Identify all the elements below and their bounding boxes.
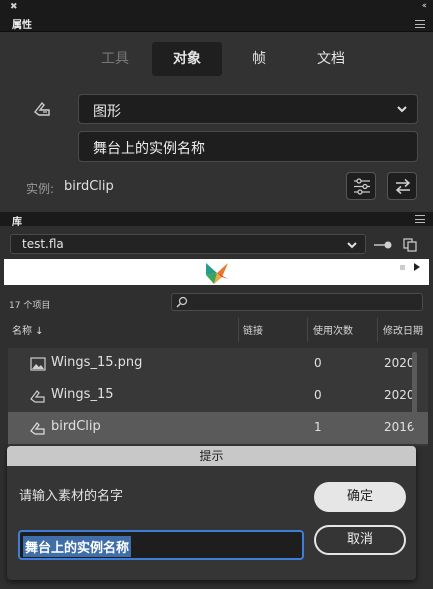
properties-panel-title: 属性 [12, 20, 32, 31]
column-divider[interactable] [307, 318, 308, 342]
swap-icon [395, 178, 411, 195]
column-divider[interactable] [377, 318, 378, 342]
instance-name-value: 舞台上的实例名称 [93, 141, 205, 157]
swap-symbol-button[interactable] [387, 172, 417, 200]
column-use-count-header[interactable]: 使用次数 [313, 322, 353, 337]
column-name-header[interactable]: 名称 ↓ [12, 322, 44, 337]
edit-instance-properties-button[interactable] [346, 172, 376, 200]
column-name-label: 名称 [12, 326, 32, 337]
cancel-button[interactable]: 取消 [314, 525, 406, 555]
sliders-icon [354, 178, 370, 195]
item-name: Wings_15 [51, 387, 114, 402]
properties-panel: 工具 对象 帧 文档 图形 舞台上的实例名称 实例: birdClip [0, 32, 433, 212]
tab-tools[interactable]: 工具 [80, 42, 150, 76]
tab-object[interactable]: 对象 [152, 42, 222, 76]
column-divider[interactable] [238, 318, 239, 342]
item-count: 17 个项目 [9, 301, 51, 311]
bird-symbol-preview [206, 263, 228, 284]
panel-menu-icon[interactable] [415, 20, 425, 28]
play-icon[interactable] [414, 263, 420, 271]
graphic-symbol-icon [30, 390, 45, 403]
item-use-count: 0 [314, 356, 322, 370]
item-name: Wings_15.png [51, 355, 143, 370]
new-library-panel-icon[interactable] [403, 238, 417, 252]
chevron-down-icon [347, 242, 357, 249]
panel-title-bar: ✖ ‹‹ 属性 [0, 0, 433, 32]
item-name: birdClip [51, 419, 101, 434]
item-modified-date: 2020 [384, 388, 414, 402]
library-preview [4, 259, 429, 285]
properties-tabs: 工具 对象 帧 文档 [80, 42, 368, 76]
library-search-input[interactable] [171, 293, 423, 311]
pin-icon[interactable] [374, 240, 394, 250]
list-item[interactable]: Wings_15.png 0 2020 [8, 348, 428, 380]
library-column-header: 名称 ↓ 链接 使用次数 修改日期 [0, 318, 433, 340]
list-item-selected[interactable]: birdClip 1 2016 [8, 412, 428, 444]
list-scrollbar[interactable] [412, 352, 417, 428]
tab-document[interactable]: 文档 [296, 42, 366, 76]
column-modified-header[interactable]: 修改日期 [383, 322, 431, 337]
collapse-panels-icon[interactable]: ‹‹ [422, 1, 427, 11]
symbol-type-value: 图形 [93, 104, 121, 120]
item-use-count: 0 [314, 388, 322, 402]
search-icon [176, 296, 188, 308]
close-icon[interactable]: ✖ [10, 2, 18, 12]
list-item[interactable]: Wings_15 0 2020 [8, 380, 428, 412]
item-modified-date: 2016 [384, 420, 414, 434]
tab-frame[interactable]: 帧 [224, 42, 294, 76]
stop-icon[interactable] [400, 265, 405, 270]
item-use-count: 1 [314, 420, 322, 434]
item-modified-date: 2020 [384, 356, 414, 370]
library-document-dropdown[interactable]: test.fla [10, 234, 366, 254]
name-prompt-dialog: 提示 请输入素材的名字 确定 舞台上的实例名称 取消 [7, 446, 416, 580]
column-linkage-header[interactable]: 链接 [243, 322, 263, 337]
instance-label: 实例: [26, 182, 55, 196]
dialog-prompt-text: 请输入素材的名字 [19, 489, 124, 504]
ok-button[interactable]: 确定 [314, 482, 406, 512]
dialog-title: 提示 [7, 446, 416, 466]
library-item-list: Wings_15.png 0 2020 Wings_15 0 2020 bird… [8, 348, 428, 446]
symbol-type-dropdown[interactable]: 图形 [78, 94, 418, 124]
chevron-down-icon [397, 106, 407, 113]
library-menu-icon[interactable] [415, 215, 425, 223]
instance-value: birdClip [64, 179, 114, 194]
graphic-symbol-icon [34, 101, 50, 116]
bitmap-icon [30, 357, 46, 371]
asset-name-value: 舞台上的实例名称 [23, 536, 132, 557]
graphic-symbol-icon [30, 422, 45, 435]
instance-name-field[interactable]: 舞台上的实例名称 [78, 131, 418, 162]
library-title-bar: 库 [0, 212, 433, 228]
library-document-value: test.fla [22, 237, 64, 251]
asset-name-input[interactable]: 舞台上的实例名称 [18, 530, 304, 560]
